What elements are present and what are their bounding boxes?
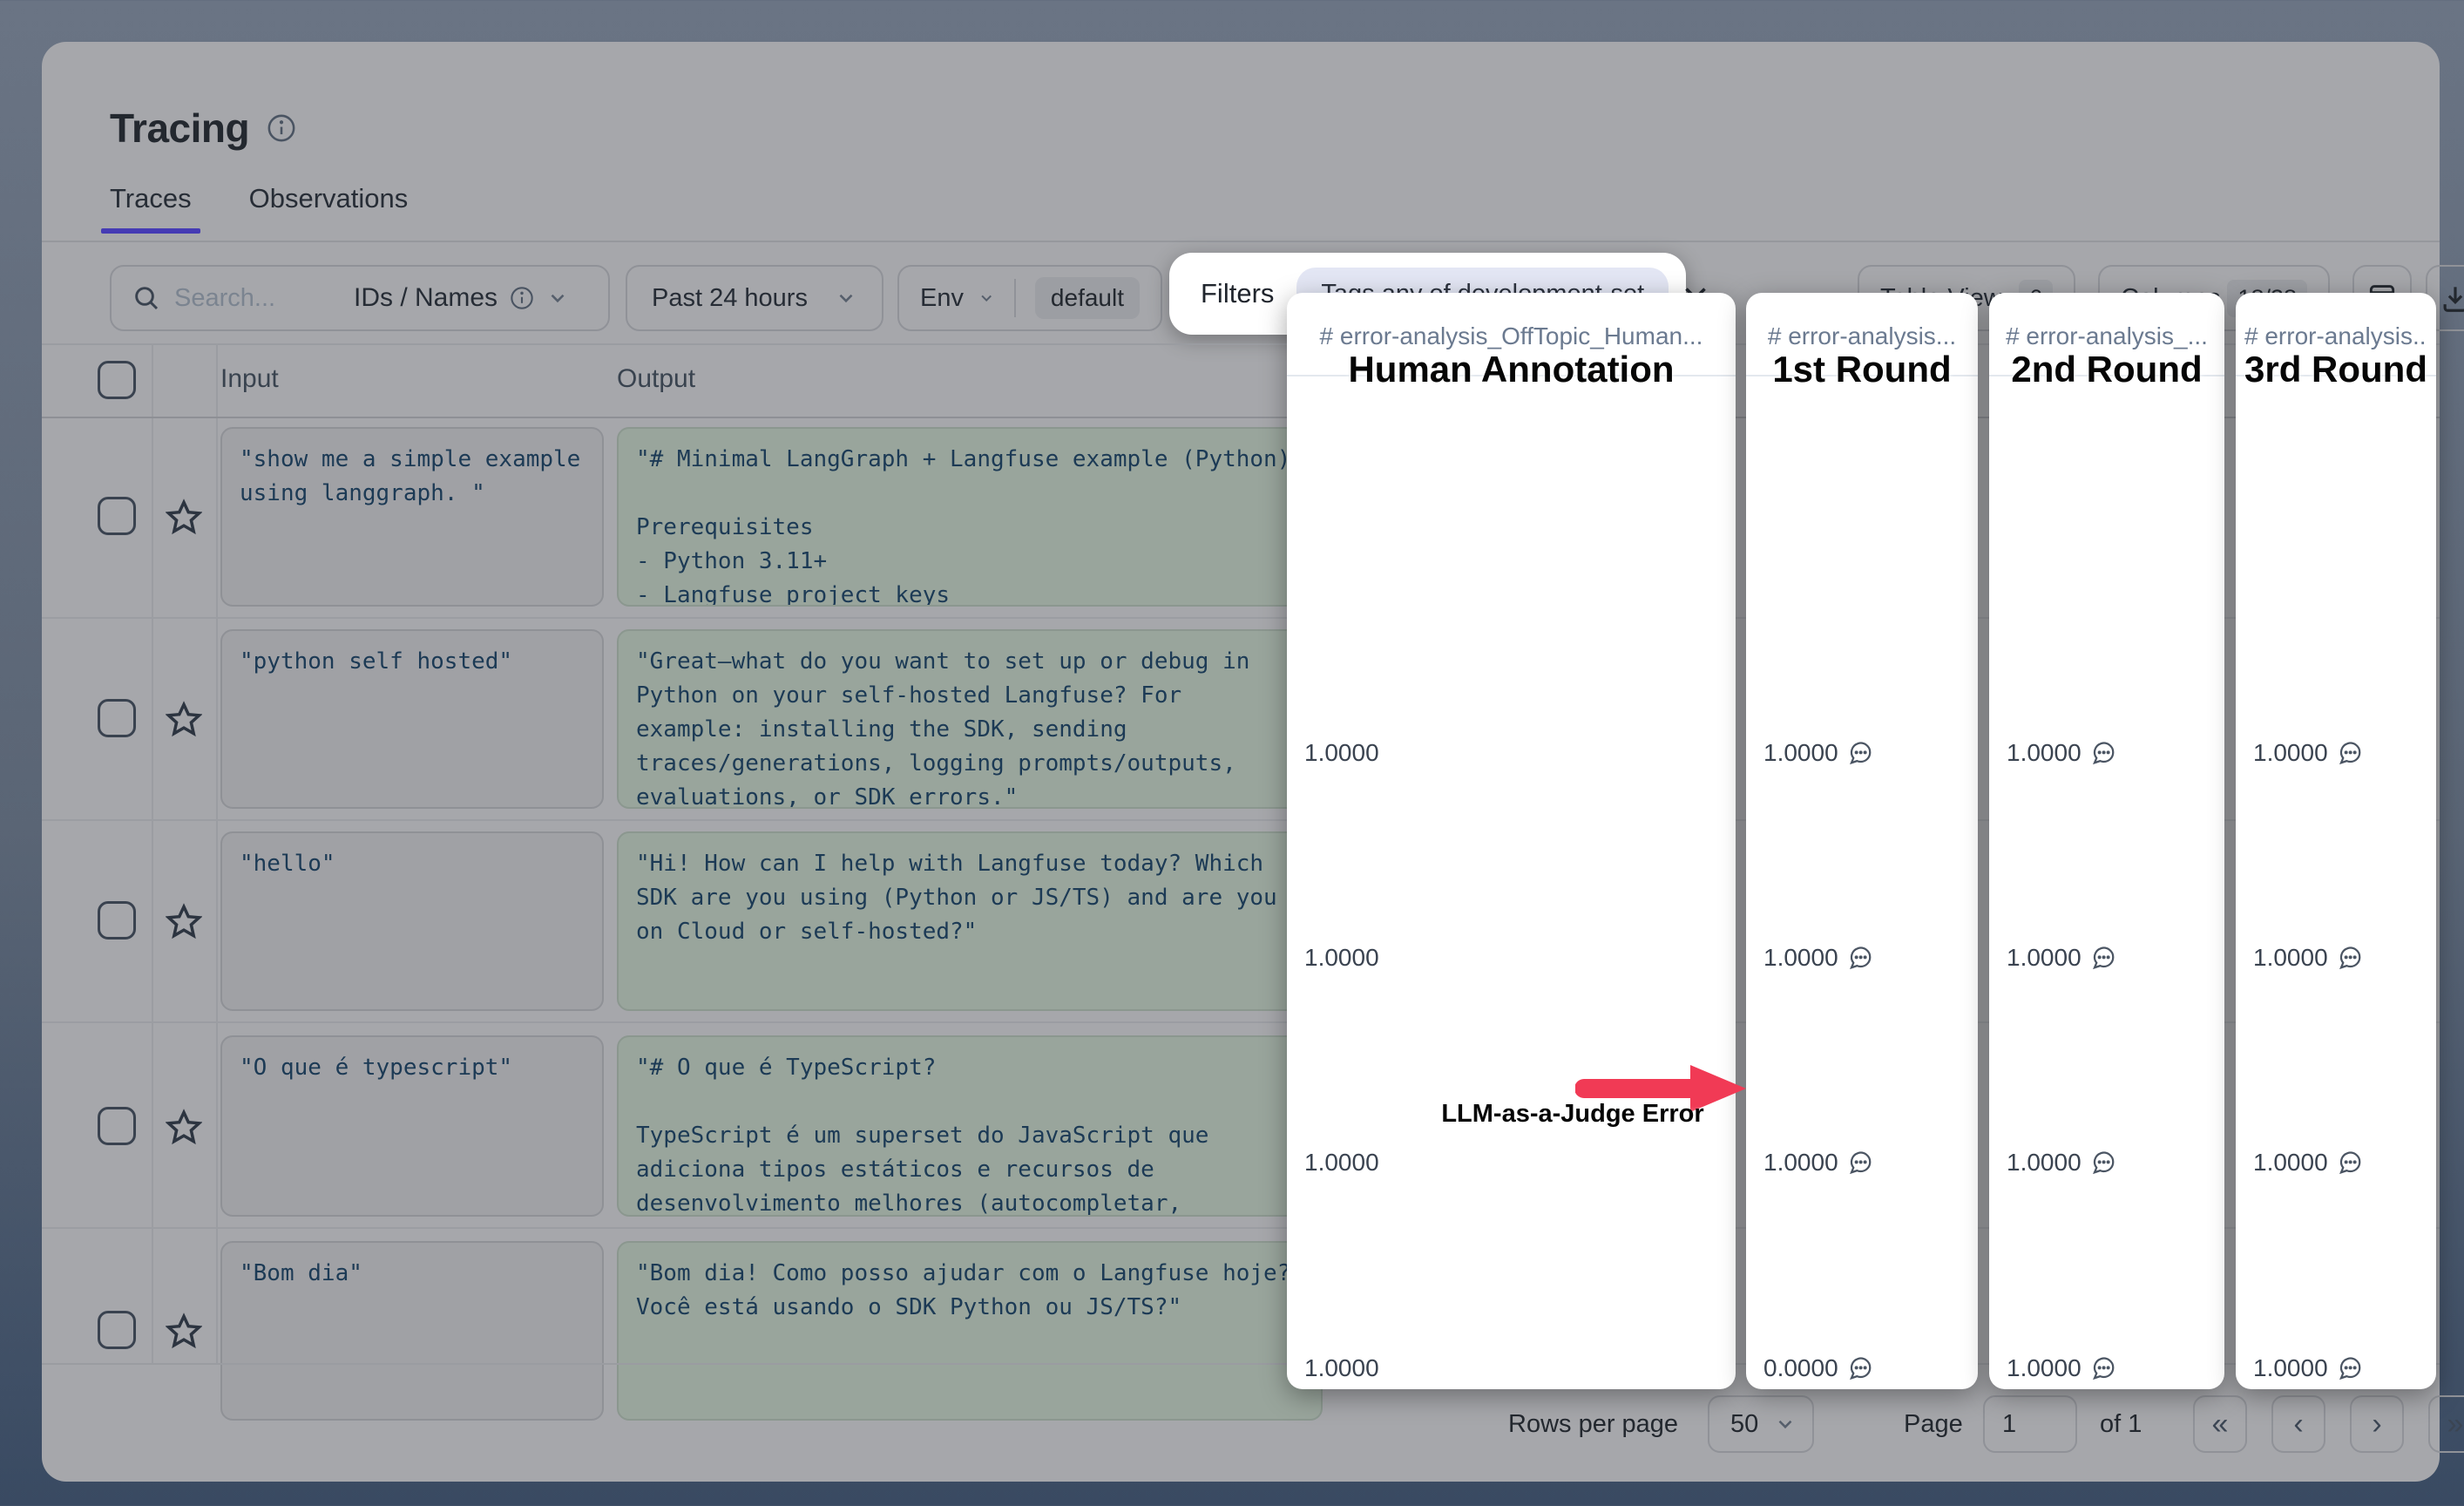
select-all-checkbox[interactable] [98,361,136,399]
header-divider [42,241,2440,242]
output-cell[interactable]: "Great—what do you want to set up or deb… [617,629,1323,809]
score-column-human-annotation: # error-analysis_OffTopic_Human... Human… [1287,293,1736,1389]
bookmark-star-icon[interactable] [166,903,202,940]
env-value-chip: default [1035,277,1140,319]
input-column-header[interactable]: Input [220,364,279,394]
search-box[interactable]: IDs / Names [110,265,610,331]
info-icon [510,286,534,310]
row-checkbox[interactable] [98,1107,136,1145]
comment-icon[interactable] [2090,1150,2116,1176]
tab-bar: Traces Observations [110,183,408,234]
input-cell[interactable]: "O que é typescript" [220,1035,604,1217]
score-column-header[interactable]: # error-analysis_OffTopic_Human... [1296,322,1727,350]
comment-icon[interactable] [2337,945,2363,971]
page-title: Tracing [110,105,249,152]
search-input[interactable] [174,284,340,313]
chevron-down-icon [835,287,857,309]
download-icon [2439,282,2464,315]
search-mode-dropdown[interactable]: IDs / Names [354,283,569,313]
comment-icon[interactable] [1847,945,1873,971]
tab-observations[interactable]: Observations [249,183,409,234]
chevron-down-icon [978,287,995,309]
rows-per-page-select[interactable]: 50 [1708,1395,1814,1453]
divider [216,343,218,1365]
comment-icon[interactable] [2090,740,2116,766]
bookmark-star-icon[interactable] [166,1109,202,1145]
input-cell[interactable]: "hello" [220,831,604,1011]
input-cell[interactable]: "python self hosted" [220,629,604,809]
annotation-label: 3rd Round [2201,349,2464,390]
score-value: 1.0000 [2007,944,2082,972]
score-column-3rd-round: # error-analysis... 3rd Round 1.0000 1.0… [2236,293,2436,1389]
comment-icon[interactable] [2090,1355,2116,1381]
divider [152,343,153,1365]
score-value: 1.0000 [2253,1354,2328,1382]
tab-traces[interactable]: Traces [110,183,192,234]
score-column-header[interactable]: # error-analysis... [2244,322,2427,350]
score-value: 1.0000 [1763,739,1838,767]
score-value: 1.0000 [2007,739,2082,767]
comment-icon[interactable] [1847,1355,1873,1381]
row-checkbox[interactable] [98,497,136,535]
score-column-header[interactable]: # error-analysis... [1755,322,1969,350]
bookmark-star-icon[interactable] [166,701,202,737]
score-value: 1.0000 [1304,739,1379,767]
next-page-button[interactable]: › [2350,1395,2404,1453]
env-dropdown[interactable]: Env default [897,265,1162,331]
score-value: 1.0000 [1304,1354,1379,1382]
chevron-down-icon [1774,1413,1797,1435]
score-value: 1.0000 [2253,944,2328,972]
score-value: 1.0000 [1763,1149,1838,1177]
score-value: 1.0000 [2253,739,2328,767]
row-checkbox[interactable] [98,699,136,737]
score-column-1st-round: # error-analysis... 1st Round 1.0000 1.0… [1746,293,1978,1389]
score-value: 1.0000 [1304,944,1379,972]
score-column-2nd-round: # error-analysis_... 2nd Round 1.0000 1.… [1989,293,2224,1389]
search-icon [132,284,160,312]
score-value-error: 0.0000 [1763,1354,1838,1382]
comment-icon[interactable] [2337,1355,2363,1381]
output-cell[interactable]: "# O que é TypeScript? TypeScript é um s… [617,1035,1323,1217]
score-column-header[interactable]: # error-analysis_... [1998,322,2216,350]
input-cell[interactable]: "show me a simple example using langgrap… [220,427,604,607]
score-value: 1.0000 [1304,1149,1379,1177]
score-value: 1.0000 [1763,944,1838,972]
comment-icon[interactable] [2337,740,2363,766]
comment-icon[interactable] [2090,945,2116,971]
divider [1014,279,1016,317]
comment-icon[interactable] [2337,1150,2363,1176]
page-number-input[interactable] [1983,1395,2077,1453]
annotation-label: Human Annotation [1252,349,1770,390]
output-cell[interactable]: "Hi! How can I help with Langfuse today?… [617,831,1323,1011]
row-checkbox[interactable] [98,901,136,940]
chevron-down-icon [546,287,569,309]
score-value: 1.0000 [2007,1354,2082,1382]
comment-icon[interactable] [1847,740,1873,766]
output-cell[interactable]: "# Minimal LangGraph + Langfuse example … [617,427,1323,607]
bookmark-star-icon[interactable] [166,499,202,535]
first-page-button[interactable]: « [2193,1395,2247,1453]
output-column-header[interactable]: Output [617,364,695,394]
bookmark-star-icon[interactable] [166,1313,202,1349]
prev-page-button[interactable]: ‹ [2271,1395,2325,1453]
score-value: 1.0000 [2253,1149,2328,1177]
comment-icon[interactable] [1847,1150,1873,1176]
row-checkbox[interactable] [98,1311,136,1349]
time-range-dropdown[interactable]: Past 24 hours [626,265,883,331]
score-value: 1.0000 [2007,1149,2082,1177]
error-annotation-label: LLM-as-a-Judge Error [1438,1100,1708,1129]
info-icon[interactable] [267,113,296,143]
last-page-button[interactable]: » [2428,1395,2464,1453]
